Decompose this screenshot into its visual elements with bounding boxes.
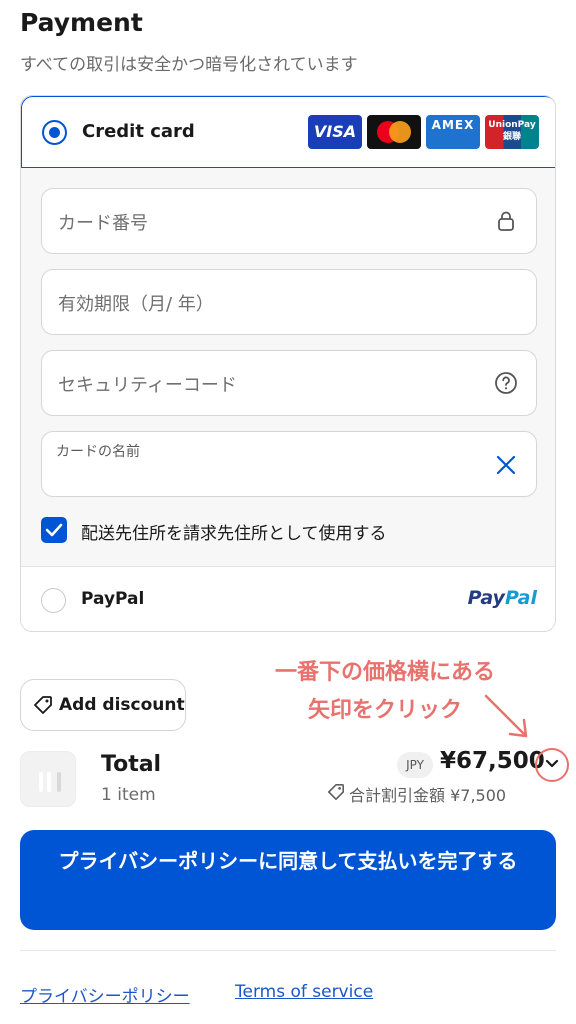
total-price: ¥67,500 <box>440 748 545 774</box>
payment-methods-panel: Credit card VISA AMEX UnionPay 銀聯 カード番号 … <box>20 95 556 632</box>
visa-logo: VISA <box>308 115 362 149</box>
card-number-field[interactable]: カード番号 <box>41 188 537 254</box>
paypal-logo: PayPal <box>467 587 537 609</box>
product-thumbnail <box>20 751 76 807</box>
add-discount-button[interactable]: Add discount <box>20 679 186 731</box>
tag-icon <box>327 783 345 801</box>
expiry-placeholder: 有効期限（月/ 年） <box>58 294 214 315</box>
card-form: カード番号 有効期限（月/ 年） セキュリティーコード カードの名前 配送先住所… <box>21 168 555 566</box>
credit-card-label: Credit card <box>82 121 195 142</box>
page-title: Payment <box>20 8 143 37</box>
unionpay-logo: UnionPay 銀聯 <box>485 115 539 149</box>
footer-divider <box>20 950 556 951</box>
help-icon[interactable] <box>494 371 518 395</box>
expand-summary-button[interactable] <box>535 748 569 782</box>
lock-icon <box>498 211 514 231</box>
amex-logo: AMEX <box>426 115 480 149</box>
annotation-arrow-icon <box>484 694 528 738</box>
privacy-policy-link[interactable]: プライバシーポリシー <box>20 982 190 1007</box>
tag-icon <box>34 696 52 714</box>
security-code-placeholder: セキュリティーコード <box>58 375 237 396</box>
security-notice: すべての取引は安全かつ暗号化されています <box>20 55 358 75</box>
total-label: Total <box>101 752 162 777</box>
billing-same-checkbox[interactable] <box>41 517 67 543</box>
paypal-option[interactable]: PayPal PayPal <box>21 566 555 631</box>
card-name-field[interactable]: カードの名前 <box>41 431 537 497</box>
checkmark-icon <box>45 523 63 537</box>
paypal-label: PayPal <box>81 589 145 609</box>
annotation-text-line1: 一番下の価格横にある <box>274 660 495 685</box>
currency-badge: JPY <box>397 752 433 778</box>
credit-card-option[interactable]: Credit card VISA AMEX UnionPay 銀聯 <box>21 96 555 168</box>
discount-total-text: 合計割引金額 ¥7,500 <box>349 786 507 805</box>
card-number-placeholder: カード番号 <box>58 213 148 234</box>
item-count: 1 item <box>101 785 156 805</box>
paypal-radio[interactable] <box>41 588 66 613</box>
billing-same-label: 配送先住所を請求先住所として使用する <box>81 524 387 544</box>
credit-card-radio[interactable] <box>42 120 67 145</box>
expiry-field[interactable]: 有効期限（月/ 年） <box>41 269 537 335</box>
chevron-down-icon <box>545 759 559 768</box>
card-name-label: カードの名前 <box>56 444 140 460</box>
terms-of-service-link[interactable]: Terms of service <box>235 982 373 1002</box>
security-code-field[interactable]: セキュリティーコード <box>41 350 537 416</box>
complete-payment-button[interactable]: プライバシーポリシーに同意して支払いを完了する <box>20 830 556 930</box>
mastercard-logo <box>367 115 421 149</box>
add-discount-label: Add discount <box>59 695 185 715</box>
clear-icon[interactable] <box>494 453 518 477</box>
